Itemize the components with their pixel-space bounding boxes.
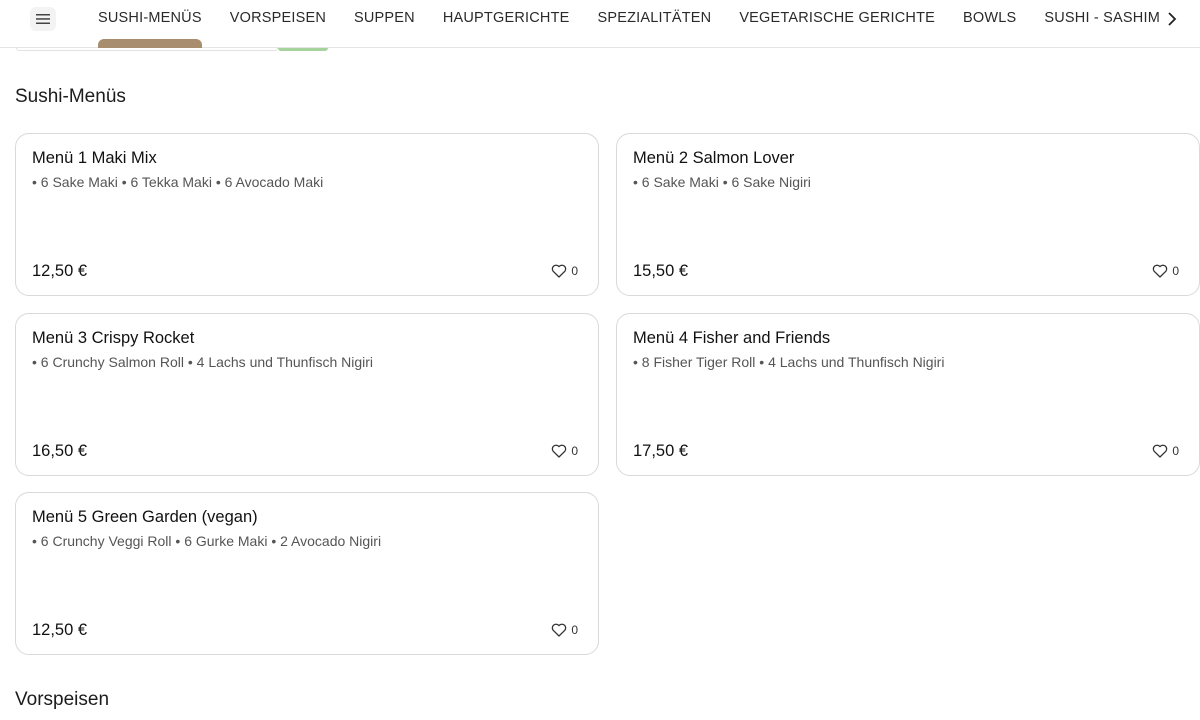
tab-hauptgerichte[interactable]: HAUPTGERICHTE [429,0,584,48]
like-count: 0 [1172,444,1179,458]
item-price: 12,50 € [32,621,88,639]
menu-button[interactable] [30,7,56,31]
like-count: 0 [1172,264,1179,278]
item-description: • 6 Sake Maki • 6 Tekka Maki • 6 Avocado… [32,174,324,190]
hamburger-icon [36,14,50,24]
menu-item-card[interactable]: Menü 2 Salmon Lover • 6 Sake Maki • 6 Sa… [616,133,1200,296]
like-button[interactable]: 0 [1152,444,1179,458]
heart-icon [552,623,567,637]
next-categories-button[interactable] [1162,9,1182,29]
item-description: • 6 Crunchy Salmon Roll • 4 Lachs und Th… [32,354,374,370]
menu-item-card[interactable]: Menü 5 Green Garden (vegan) • 6 Crunchy … [15,492,599,655]
item-description: • 8 Fisher Tiger Roll • 4 Lachs und Thun… [633,354,945,370]
item-price: 15,50 € [633,262,689,280]
search-input[interactable] [16,48,278,51]
item-price: 17,50 € [633,442,689,460]
item-description: • 6 Crunchy Veggi Roll • 6 Gurke Maki • … [32,533,382,549]
item-price: 16,50 € [32,442,88,460]
category-nav-bar: SUSHI-MENÜS VORSPEISEN SUPPEN HAUPTGERIC… [0,0,1200,48]
menu-item-card[interactable]: Menü 1 Maki Mix • 6 Sake Maki • 6 Tekka … [15,133,599,296]
like-button[interactable]: 0 [1152,264,1179,278]
tab-bowls[interactable]: BOWLS [949,0,1030,48]
heart-icon [1153,264,1168,278]
tab-spezialitaeten[interactable]: SPEZIALITÄTEN [584,0,726,48]
section-title-vorspeisen: Vorspeisen [15,689,110,710]
item-name: Menü 2 Salmon Lover [633,149,795,167]
item-name: Menü 4 Fisher and Friends [633,329,831,347]
item-description: • 6 Sake Maki • 6 Sake Nigiri [633,174,811,190]
item-name: Menü 1 Maki Mix [32,149,157,167]
tab-vorspeisen[interactable]: VORSPEISEN [216,0,340,48]
tab-sushi-sashimi[interactable]: SUSHI - SASHIMI [1030,0,1160,48]
item-name: Menü 3 Crispy Rocket [32,329,195,347]
heart-icon [552,444,567,458]
like-count: 0 [571,623,578,637]
category-tabs: SUSHI-MENÜS VORSPEISEN SUPPEN HAUPTGERIC… [84,0,1160,48]
menu-item-card[interactable]: Menü 4 Fisher and Friends • 8 Fisher Tig… [616,313,1200,476]
item-price: 12,50 € [32,262,88,280]
heart-icon [552,264,567,278]
tab-sushi-menus[interactable]: SUSHI-MENÜS [84,0,216,48]
menu-item-card[interactable]: Menü 3 Crispy Rocket • 6 Crunchy Salmon … [15,313,599,476]
section-title-sushi-menus: Sushi-Menüs [15,86,126,107]
item-name: Menü 5 Green Garden (vegan) [32,508,258,526]
heart-icon [1153,444,1168,458]
tab-vegetarische-gerichte[interactable]: VEGETARISCHE GERICHTE [725,0,949,48]
like-count: 0 [571,264,578,278]
tab-suppen[interactable]: SUPPEN [340,0,429,48]
like-button[interactable]: 0 [551,623,578,637]
like-count: 0 [571,444,578,458]
chevron-right-icon [1168,12,1177,26]
search-button[interactable] [278,48,328,51]
like-button[interactable]: 0 [551,444,578,458]
like-button[interactable]: 0 [551,264,578,278]
